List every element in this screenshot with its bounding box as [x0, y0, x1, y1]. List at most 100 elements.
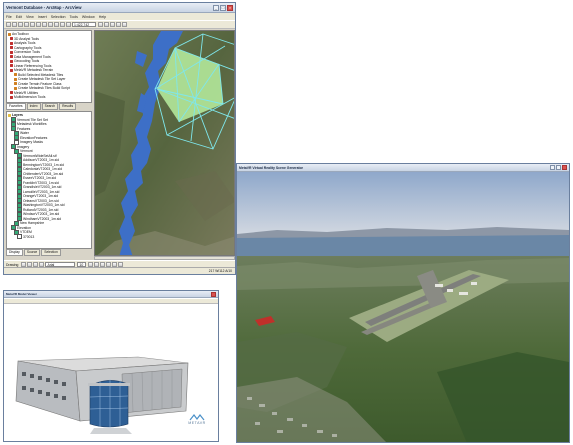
menu-tools[interactable]: Tools [70, 15, 78, 19]
arcmap-window: Vermont Database - ArcMap - ArcView _ □ … [3, 2, 236, 275]
layer-label: New Hampshire [20, 221, 45, 226]
toc-layer-row[interactable]: 370013 [8, 234, 90, 240]
layer-label: Elevation [17, 225, 31, 230]
toolbox-icon[interactable] [110, 22, 115, 27]
arcmap-standard-toolbar: 1:422,742 [4, 20, 235, 29]
scene-maximize-button[interactable] [556, 165, 561, 170]
layer-label: VermontWideSetAll.sif [23, 153, 57, 158]
save-icon[interactable] [18, 22, 23, 27]
status-bar: 217 W/112 A/10 [4, 267, 235, 274]
layer-label: Vermont Tile Set Set [17, 117, 48, 122]
menu-view[interactable]: View [26, 15, 34, 19]
toolbox-item-label: Create Metadesk Tiles Build Script [18, 86, 70, 91]
tab-results[interactable]: Results [59, 103, 77, 110]
toolbox-icon [10, 59, 13, 63]
close-button[interactable]: × [227, 4, 233, 11]
toolbox-icon [10, 37, 13, 41]
map-scale-combo[interactable]: 1:422,742 [72, 22, 96, 27]
toc-icon[interactable] [104, 22, 109, 27]
layer-label: OrleansVT2003_1m.sid [23, 198, 59, 203]
undo-icon[interactable] [54, 22, 59, 27]
layer-label: EssexVT2003_1m.sid [23, 176, 56, 181]
layer-label: WindsorVT2003_1m.sid [23, 212, 60, 217]
hammer-tool-icon [14, 86, 17, 90]
tab-source[interactable]: Source [23, 249, 41, 256]
layer-label: OrangeVT2003_1m.sid [23, 194, 59, 199]
cut-icon[interactable] [30, 22, 35, 27]
toolbox-icon [10, 41, 13, 45]
logo-mark-icon [189, 414, 205, 421]
menu-file[interactable]: File [6, 15, 12, 19]
tab-display[interactable]: Display [6, 249, 23, 256]
minimize-button[interactable]: _ [213, 4, 219, 11]
arcmap-title: Vermont Database - ArcMap - ArcView [6, 5, 82, 10]
scene-viewer-window: MetaVR Virtual Reality Scene Generator [236, 163, 570, 443]
help-icon[interactable] [122, 22, 127, 27]
paste-icon[interactable] [42, 22, 47, 27]
redo-icon[interactable] [60, 22, 65, 27]
tab-selection[interactable]: Selection [41, 249, 61, 256]
toolbox-icon [10, 50, 13, 54]
logo-text: METAVR [188, 421, 206, 425]
toolbox-tabs: Favorites Index Search Results [6, 103, 77, 110]
arcmap-titlebar[interactable]: Vermont Database - ArcMap - ArcView _ □ … [4, 3, 235, 13]
toolbox-icon [10, 91, 13, 95]
toolbox-item-label: Cartography Tools [14, 45, 42, 50]
arctoolbox-panel: ArcToolbox 3D Analyst Tools Analysis Tool… [6, 30, 92, 103]
toc-tabs: Display Source Selection [6, 249, 62, 256]
scene-render[interactable] [237, 172, 569, 443]
new-icon[interactable] [6, 22, 11, 27]
layer-label: RutlandVT2003_1m.sid [23, 207, 59, 212]
toolbox-icon [8, 32, 11, 36]
toolbox-list: 3D Analyst Tools Analysis Tools Cartograph… [8, 37, 90, 100]
hammer-tool-icon [14, 77, 17, 81]
tab-favorites[interactable]: Favorites [6, 103, 26, 110]
menu-window[interactable]: Window [82, 15, 95, 19]
model-viewer-close-button[interactable] [211, 291, 216, 297]
map-canvas [95, 31, 234, 255]
scene-minimize-button[interactable] [550, 165, 555, 170]
toolbox-item-label: MetaVR Metadesk Terrain [14, 68, 54, 73]
delete-icon[interactable] [48, 22, 53, 27]
menu-selection[interactable]: Selection [51, 15, 66, 19]
tab-index[interactable]: Index [26, 103, 41, 110]
toolbox-item-label: Geocoding Tools [14, 59, 40, 64]
toolbox-icon [10, 64, 13, 68]
toolbox-item-label: Analysis Tools [14, 41, 36, 46]
layer-label: AddisonVT2003_1m.sid [23, 158, 60, 163]
layer-label: Metadesk Workfiles [17, 122, 47, 127]
menu-edit[interactable]: Edit [16, 15, 22, 19]
model-viewer-titlebar[interactable]: MetaVR Model Viewer [4, 291, 218, 298]
layer-label: WindhamVT2003_1m.sid [23, 216, 62, 221]
open-icon[interactable] [12, 22, 17, 27]
print-icon[interactable] [24, 22, 29, 27]
hammer-tool-icon [14, 82, 17, 86]
toolbox-icon [10, 55, 13, 59]
copy-icon[interactable] [36, 22, 41, 27]
maximize-button[interactable]: □ [220, 4, 226, 11]
toolbox-icon [10, 46, 13, 50]
command-line-icon[interactable] [116, 22, 121, 27]
tab-search[interactable]: Search [41, 103, 59, 110]
menu-help[interactable]: Help [99, 15, 106, 19]
toolbox-title: ArcToolbox [12, 32, 29, 37]
layer-label: WashingtonVT2003_1m.sid [23, 203, 65, 208]
scene-viewer-title: MetaVR Virtual Reality Scene Generator [239, 165, 304, 170]
editor-icon[interactable] [98, 22, 103, 27]
toolbox-item-label: Build Selected Metadesk Tiles [18, 72, 64, 77]
drawing-menu[interactable]: Drawing [6, 263, 18, 267]
toolbox-item-label: Linear Referencing Tools [14, 63, 52, 68]
model-viewer-title: MetaVR Model Viewer [6, 292, 37, 296]
menu-insert[interactable]: Insert [38, 15, 47, 19]
scene-viewer-titlebar[interactable]: MetaVR Virtual Reality Scene Generator [237, 164, 569, 172]
layer-visibility-checkbox[interactable] [17, 234, 22, 240]
layer-label: ChittendenVT2003_1m.sid [23, 171, 64, 176]
toolbox-item-label: Multidimension Tools [14, 95, 46, 100]
layer-label: BenningtonVT2003_1m.sid [23, 162, 64, 167]
add-data-icon[interactable] [66, 22, 71, 27]
toolbox-item-label: Data Management Tools [14, 54, 51, 59]
toolbox-item[interactable]: Multidimension Tools [8, 95, 90, 100]
scene-close-button[interactable] [562, 165, 567, 170]
map-view[interactable] [94, 30, 235, 256]
layer-label: LamoilleVT2003_1m.sid [23, 189, 60, 194]
